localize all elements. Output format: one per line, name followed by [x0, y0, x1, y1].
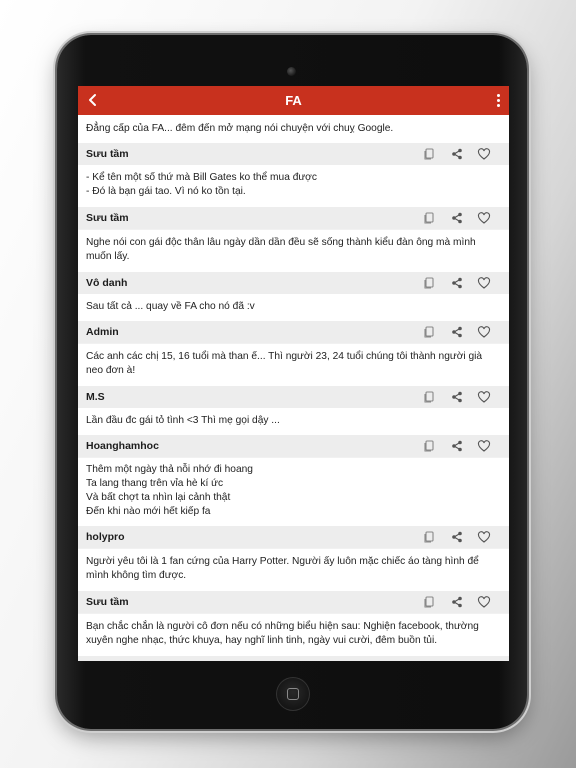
card-text: - Kể tên một số thứ mà Bill Gates ko thể… — [86, 172, 317, 197]
card-footer: Sưu tầm — [78, 207, 509, 229]
card-footer: Sưu tầm — [78, 591, 509, 613]
card-body[interactable]: Các anh các chị 15, 16 tuổi mà than ế...… — [78, 344, 509, 386]
card-body[interactable]: Đẳng cấp của FA... đêm đến mở mạng nói c… — [78, 115, 509, 143]
share-icon[interactable] — [450, 660, 464, 661]
card-footer: M.S — [78, 386, 509, 408]
app-bar: FA — [78, 86, 509, 115]
author-name: Sưu tầm — [86, 148, 129, 160]
card-body[interactable]: - Kể tên một số thứ mà Bill Gates ko thể… — [78, 165, 509, 207]
card-footer: Vô danh — [78, 272, 509, 294]
card-body[interactable]: Nghe nói con gái độc thân lâu ngày dần d… — [78, 230, 509, 272]
card-text: Người yêu tôi là 1 fan cứng của Harry Po… — [86, 556, 479, 581]
card-body[interactable]: Bạn chắc chắn là người cô đơn nếu có nhữ… — [78, 614, 509, 656]
copy-icon[interactable] — [422, 530, 436, 544]
card-text: Lần đầu đc gái tỏ tình <3 Thì mẹ gọi dậy… — [86, 415, 280, 426]
copy-icon[interactable] — [422, 660, 436, 661]
heart-icon[interactable] — [477, 147, 491, 161]
heart-icon[interactable] — [477, 276, 491, 290]
heart-icon[interactable] — [477, 595, 491, 609]
card-text: Bạn chắc chắn là người cô đơn nếu có nhữ… — [86, 621, 479, 646]
camera-icon — [287, 67, 296, 76]
card-text: Sau tất cả ... quay về FA cho nó đã :v — [86, 301, 255, 312]
share-icon[interactable] — [450, 439, 464, 453]
app-screen: FA Đẳng cấp của FA... đêm đến mở mạng nó… — [78, 86, 509, 661]
card-footer: Hoanghamhoc — [78, 435, 509, 457]
home-button[interactable] — [276, 677, 310, 711]
share-icon[interactable] — [450, 276, 464, 290]
share-icon[interactable] — [450, 595, 464, 609]
card-body[interactable]: Sau tất cả ... quay về FA cho nó đã :v — [78, 294, 509, 321]
card-text: Thêm một ngày thả nỗi nhớ đi hoang Ta la… — [86, 464, 253, 517]
card-text: Đẳng cấp của FA... đêm đến mở mạng nói c… — [86, 123, 394, 134]
home-square-icon — [287, 688, 299, 700]
heart-icon[interactable] — [477, 211, 491, 225]
author-name: Hoanghamhoc — [86, 440, 159, 452]
heart-icon[interactable] — [477, 390, 491, 404]
heart-icon[interactable] — [477, 325, 491, 339]
app-title: FA — [285, 93, 302, 108]
heart-icon[interactable] — [477, 439, 491, 453]
copy-icon[interactable] — [422, 390, 436, 404]
card-footer: Admin — [78, 321, 509, 343]
card-text: Nghe nói con gái độc thân lâu ngày dần d… — [86, 237, 476, 262]
share-icon[interactable] — [450, 147, 464, 161]
author-name: Admin — [86, 326, 119, 338]
author-name: Sưu tầm — [86, 596, 129, 608]
share-icon[interactable] — [450, 530, 464, 544]
heart-icon[interactable] — [477, 660, 491, 661]
author-name: holypro — [86, 531, 125, 543]
copy-icon[interactable] — [422, 276, 436, 290]
card-footer — [78, 656, 509, 661]
copy-icon[interactable] — [422, 147, 436, 161]
heart-icon[interactable] — [477, 530, 491, 544]
author-name: Vô danh — [86, 277, 128, 289]
copy-icon[interactable] — [422, 325, 436, 339]
card-body[interactable]: Lần đầu đc gái tỏ tình <3 Thì mẹ gọi dậy… — [78, 408, 509, 435]
copy-icon[interactable] — [422, 595, 436, 609]
card-text: Các anh các chị 15, 16 tuổi mà than ế...… — [86, 351, 483, 376]
author-name: M.S — [86, 391, 105, 403]
card-footer: holypro — [78, 526, 509, 548]
share-icon[interactable] — [450, 211, 464, 225]
card-body[interactable]: Người yêu tôi là 1 fan cứng của Harry Po… — [78, 549, 509, 591]
more-vert-icon[interactable] — [497, 94, 501, 108]
card-footer: Sưu tầm — [78, 143, 509, 165]
share-icon[interactable] — [450, 325, 464, 339]
author-name: Sưu tầm — [86, 212, 129, 224]
card-body[interactable]: Thêm một ngày thả nỗi nhớ đi hoang Ta la… — [78, 458, 509, 526]
copy-icon[interactable] — [422, 439, 436, 453]
share-icon[interactable] — [450, 390, 464, 404]
copy-icon[interactable] — [422, 211, 436, 225]
